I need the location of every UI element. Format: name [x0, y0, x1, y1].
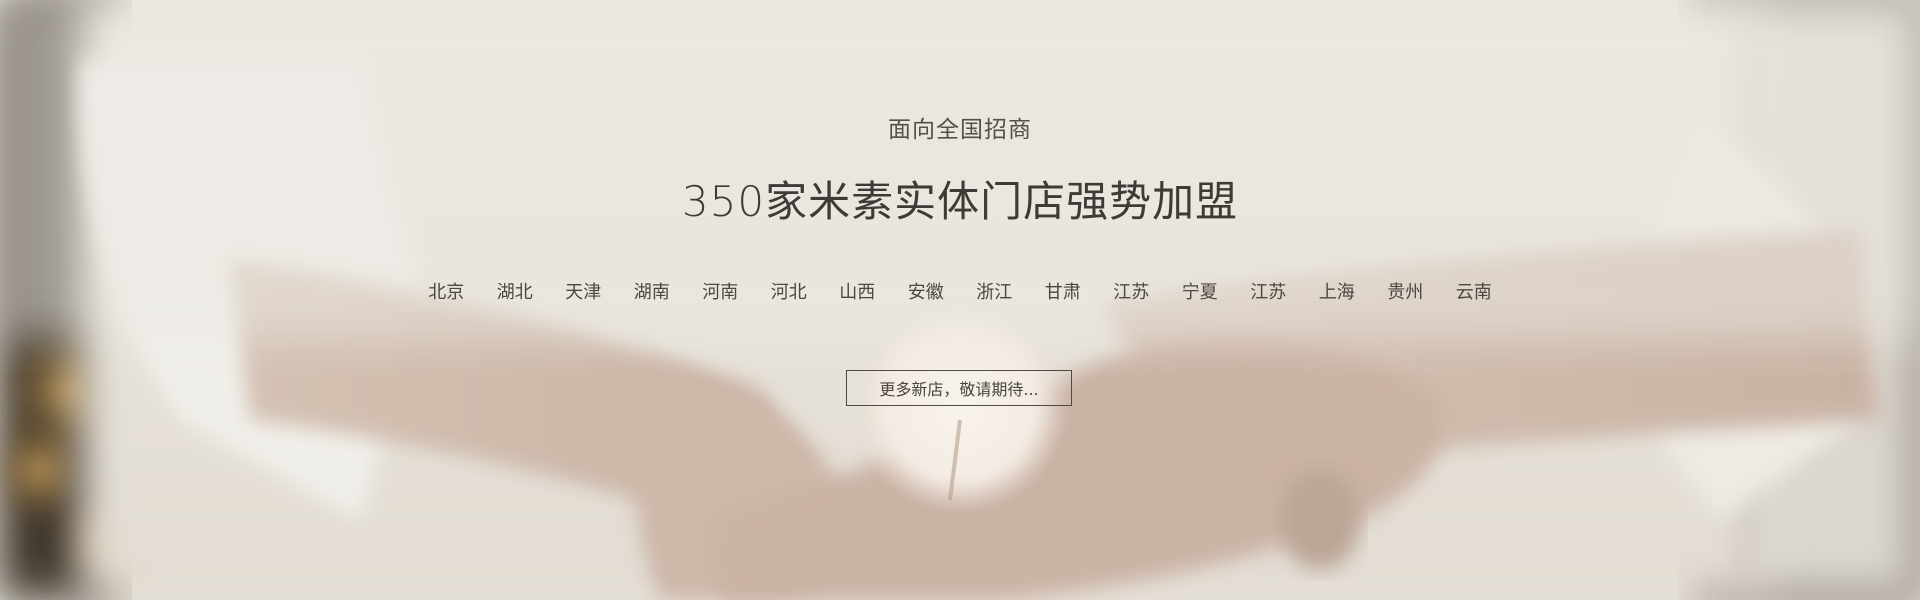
region-item: 山西 — [839, 282, 876, 303]
hero-banner: 面向全国招商 350家米素实体门店强势加盟 北京 湖北 天津 湖南 河南 河北 … — [0, 0, 1920, 600]
region-item: 湖北 — [496, 282, 533, 303]
region-item: 北京 — [428, 282, 465, 303]
region-item: 贵州 — [1387, 282, 1424, 303]
region-item: 浙江 — [976, 282, 1013, 303]
region-item: 天津 — [565, 282, 602, 303]
region-item: 安徽 — [907, 282, 944, 303]
region-item: 湖南 — [633, 282, 670, 303]
region-item: 云南 — [1455, 282, 1492, 303]
region-item: 河南 — [702, 282, 739, 303]
region-item: 江苏 — [1250, 282, 1287, 303]
hero-content: 面向全国招商 350家米素实体门店强势加盟 北京 湖北 天津 湖南 河南 河北 … — [0, 0, 1920, 600]
hero-title: 350家米素实体门店强势加盟 — [681, 177, 1239, 226]
region-item: 甘肃 — [1044, 282, 1081, 303]
hero-subtitle: 面向全国招商 — [888, 117, 1032, 143]
region-item: 江苏 — [1113, 282, 1150, 303]
region-item: 宁夏 — [1181, 282, 1218, 303]
region-list: 北京 湖北 天津 湖南 河南 河北 山西 安徽 浙江 甘肃 江苏 宁夏 江苏 上… — [0, 278, 1920, 304]
region-item: 河北 — [770, 282, 807, 303]
more-stores-button[interactable]: 更多新店，敬请期待... — [846, 370, 1072, 406]
region-item: 上海 — [1318, 282, 1355, 303]
